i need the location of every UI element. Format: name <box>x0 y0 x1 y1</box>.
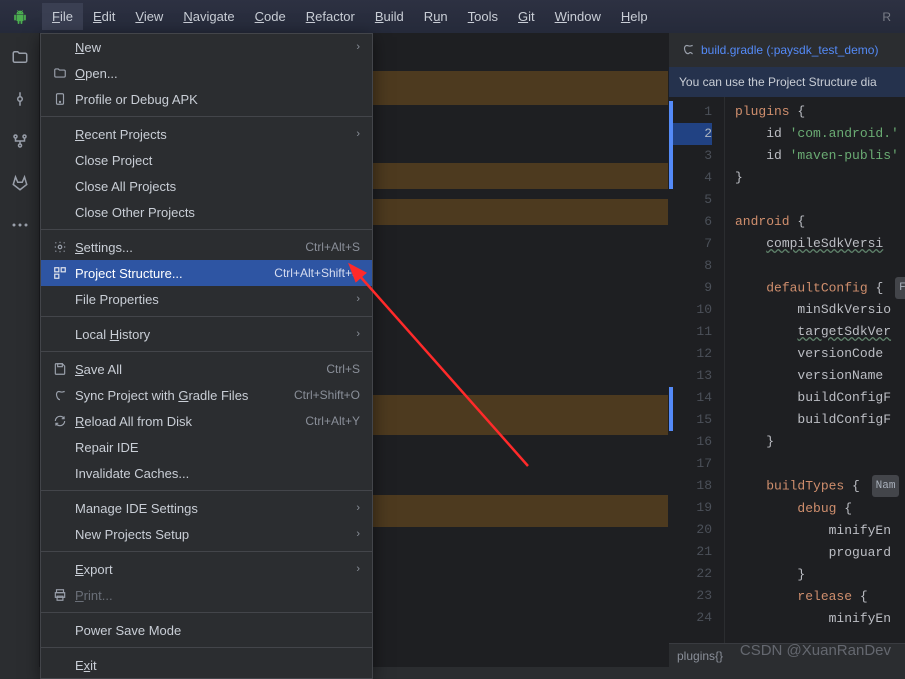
menu-navigate[interactable]: Navigate <box>173 3 244 30</box>
code-content[interactable]: plugins { id 'com.android.' id 'maven-pu… <box>725 97 905 643</box>
app-icon <box>12 9 28 25</box>
menu-refactor[interactable]: Refactor <box>296 3 365 30</box>
menu-item-sync-project-with-gradle-files[interactable]: Sync Project with Gradle FilesCtrl+Shift… <box>41 382 372 408</box>
structure-icon <box>51 266 69 280</box>
menu-window[interactable]: Window <box>545 3 611 30</box>
project-tool-icon[interactable] <box>10 47 30 67</box>
editor-breadcrumb[interactable]: plugins{} <box>669 643 905 667</box>
menu-item-export[interactable]: Export› <box>41 556 372 582</box>
chevron-right-icon: › <box>356 293 360 305</box>
menu-item-manage-ide-settings[interactable]: Manage IDE Settings› <box>41 495 372 521</box>
editor-panel: build.gradle (:paysdk_test_demo) You can… <box>668 33 905 667</box>
file-menu-dropdown: New›Open...Profile or Debug APK Recent Pr… <box>40 33 373 679</box>
structure-tool-icon[interactable] <box>10 131 30 151</box>
menu-item-new-projects-setup[interactable]: New Projects Setup› <box>41 521 372 547</box>
menu-item-exit[interactable]: Exit <box>41 652 372 678</box>
menu-item-save-all[interactable]: Save AllCtrl+S <box>41 356 372 382</box>
menu-git[interactable]: Git <box>508 3 545 30</box>
line-number-gutter: 123456789101112131415161718192021222324 <box>669 97 725 643</box>
menu-tools[interactable]: Tools <box>458 3 508 30</box>
more-tool-icon[interactable] <box>10 215 30 235</box>
menu-code[interactable]: Code <box>245 3 296 30</box>
chevron-right-icon: › <box>356 128 360 140</box>
menu-help[interactable]: Help <box>611 3 658 30</box>
menu-item-close-other-projects[interactable]: Close Other Projects <box>41 199 372 225</box>
editor-notification-bar[interactable]: You can use the Project Structure dia <box>669 67 905 97</box>
menu-view[interactable]: View <box>125 3 173 30</box>
chevron-right-icon: › <box>356 41 360 53</box>
menubar-right-hint: R <box>882 10 905 24</box>
code-editor[interactable]: 123456789101112131415161718192021222324 … <box>669 97 905 643</box>
menu-item-reload-all-from-disk[interactable]: Reload All from DiskCtrl+Alt+Y <box>41 408 372 434</box>
save-icon <box>51 362 69 376</box>
menu-item-open[interactable]: Open... <box>41 60 372 86</box>
menu-item-close-project[interactable]: Close Project <box>41 147 372 173</box>
menu-item-project-structure[interactable]: Project Structure...Ctrl+Alt+Shift+S <box>41 260 372 286</box>
menu-item-recent-projects[interactable]: Recent Projects› <box>41 121 372 147</box>
apk-icon <box>51 92 69 106</box>
menubar: FileEditViewNavigateCodeRefactorBuildRun… <box>0 0 905 33</box>
sync-icon <box>51 388 69 402</box>
menu-item-file-properties[interactable]: File Properties› <box>41 286 372 312</box>
menu-item-settings[interactable]: Settings...Ctrl+Alt+S <box>41 234 372 260</box>
menu-build[interactable]: Build <box>365 3 414 30</box>
menu-run[interactable]: Run <box>414 3 458 30</box>
commit-tool-icon[interactable] <box>10 89 30 109</box>
menu-item-profile-or-debug-apk[interactable]: Profile or Debug APK <box>41 86 372 112</box>
menu-file[interactable]: File <box>42 3 83 30</box>
menu-item-local-history[interactable]: Local History› <box>41 321 372 347</box>
gear-icon <box>51 240 69 254</box>
menu-item-print: Print... <box>41 582 372 608</box>
reload-icon <box>51 414 69 428</box>
chevron-right-icon: › <box>356 563 360 575</box>
chevron-right-icon: › <box>356 328 360 340</box>
menu-item-repair-ide[interactable]: Repair IDE <box>41 434 372 460</box>
gradle-icon <box>681 42 695 59</box>
gitlab-tool-icon[interactable] <box>10 173 30 193</box>
menu-item-close-all-projects[interactable]: Close All Projects <box>41 173 372 199</box>
folder-icon <box>51 66 69 80</box>
chevron-right-icon: › <box>356 502 360 514</box>
print-icon <box>51 588 69 602</box>
menu-item-power-save-mode[interactable]: Power Save Mode <box>41 617 372 643</box>
chevron-right-icon: › <box>356 528 360 540</box>
left-tool-rail <box>0 33 40 667</box>
menu-item-invalidate-caches[interactable]: Invalidate Caches... <box>41 460 372 486</box>
menu-edit[interactable]: Edit <box>83 3 125 30</box>
editor-tab[interactable]: build.gradle (:paysdk_test_demo) <box>669 33 905 67</box>
menu-item-new[interactable]: New› <box>41 34 372 60</box>
